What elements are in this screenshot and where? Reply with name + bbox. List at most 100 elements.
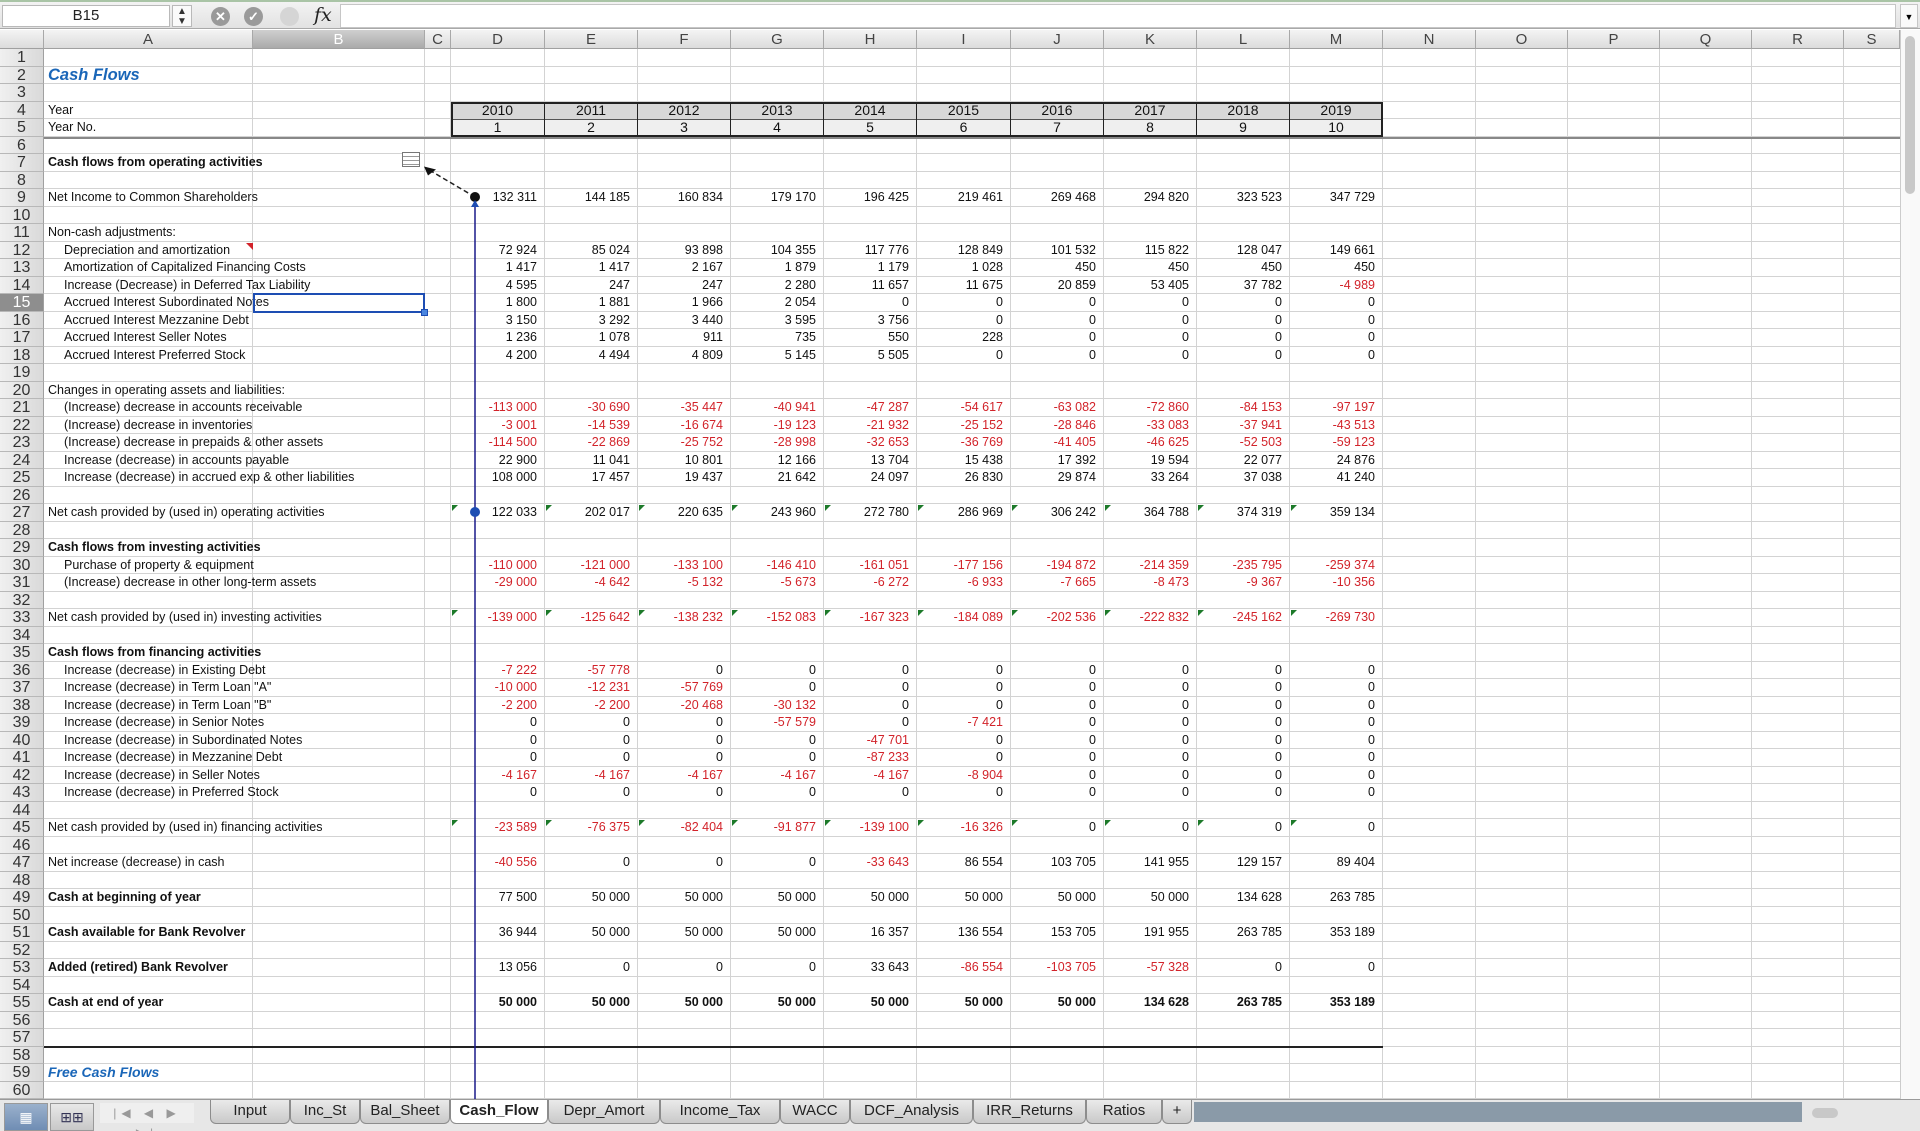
value-cell[interactable]: -30 690 bbox=[545, 399, 630, 416]
value-cell[interactable]: 13 056 bbox=[451, 959, 537, 976]
error-flag-icon[interactable] bbox=[1012, 820, 1018, 826]
value-cell[interactable]: 0 bbox=[824, 714, 909, 731]
value-cell[interactable]: -25 752 bbox=[638, 434, 723, 451]
value-cell[interactable]: -29 000 bbox=[451, 574, 537, 591]
value-cell[interactable]: 85 024 bbox=[545, 242, 630, 259]
row-header-23[interactable]: 23 bbox=[0, 434, 44, 452]
value-cell[interactable]: -33 083 bbox=[1104, 417, 1189, 434]
value-cell[interactable]: -5 132 bbox=[638, 574, 723, 591]
value-cell[interactable]: 0 bbox=[545, 959, 630, 976]
table-icon[interactable] bbox=[402, 152, 420, 167]
value-cell[interactable]: -84 153 bbox=[1197, 399, 1282, 416]
value-cell[interactable]: 5 145 bbox=[731, 347, 816, 364]
value-cell[interactable]: 3 150 bbox=[451, 312, 537, 329]
column-header-c[interactable]: C bbox=[425, 30, 451, 49]
value-cell[interactable]: 12 166 bbox=[731, 452, 816, 469]
value-cell[interactable]: -40 556 bbox=[451, 854, 537, 871]
value-cell[interactable]: 103 705 bbox=[1011, 854, 1096, 871]
value-cell[interactable]: -47 701 bbox=[824, 732, 909, 749]
value-cell[interactable]: 0 bbox=[731, 732, 816, 749]
value-cell[interactable]: -4 167 bbox=[731, 767, 816, 784]
value-cell[interactable]: 550 bbox=[824, 329, 909, 346]
value-cell[interactable]: 0 bbox=[1197, 312, 1282, 329]
value-cell[interactable]: 1 417 bbox=[451, 259, 537, 276]
value-cell[interactable]: -57 579 bbox=[731, 714, 816, 731]
value-cell[interactable]: 0 bbox=[731, 959, 816, 976]
value-cell[interactable]: -20 468 bbox=[638, 697, 723, 714]
value-cell[interactable]: 50 000 bbox=[1011, 889, 1096, 906]
value-cell[interactable]: 0 bbox=[1104, 662, 1189, 679]
value-cell[interactable]: 11 675 bbox=[917, 277, 1003, 294]
value-cell[interactable]: 5 505 bbox=[824, 347, 909, 364]
value-cell[interactable]: -35 447 bbox=[638, 399, 723, 416]
value-cell[interactable]: -4 167 bbox=[545, 767, 630, 784]
error-flag-icon[interactable] bbox=[1105, 820, 1111, 826]
value-cell[interactable]: -43 513 bbox=[1290, 417, 1375, 434]
row-header-11[interactable]: 11 bbox=[0, 224, 44, 242]
value-cell[interactable]: -76 375 bbox=[545, 819, 630, 836]
value-cell[interactable]: 153 705 bbox=[1011, 924, 1096, 941]
value-cell[interactable]: 19 437 bbox=[638, 469, 723, 486]
column-header-j[interactable]: J bbox=[1011, 30, 1104, 49]
fill-handle[interactable] bbox=[421, 308, 428, 316]
value-cell[interactable]: 0 bbox=[1197, 347, 1282, 364]
value-cell[interactable]: 0 bbox=[824, 294, 909, 311]
value-cell[interactable]: -4 167 bbox=[824, 767, 909, 784]
value-cell[interactable]: 0 bbox=[1011, 294, 1096, 311]
error-flag-icon[interactable] bbox=[1105, 505, 1111, 511]
value-cell[interactable]: 24 876 bbox=[1290, 452, 1375, 469]
value-cell[interactable]: 1 028 bbox=[917, 259, 1003, 276]
value-cell[interactable]: 0 bbox=[545, 784, 630, 801]
value-cell[interactable]: 50 000 bbox=[917, 994, 1003, 1011]
row-header-32[interactable]: 32 bbox=[0, 591, 44, 609]
error-flag-icon[interactable] bbox=[918, 505, 924, 511]
value-cell[interactable]: 0 bbox=[1104, 819, 1189, 836]
value-cell[interactable]: 306 242 bbox=[1011, 504, 1096, 521]
value-cell[interactable]: 0 bbox=[1197, 679, 1282, 696]
value-cell[interactable]: 0 bbox=[638, 662, 723, 679]
value-cell[interactable]: 3 756 bbox=[824, 312, 909, 329]
value-cell[interactable]: 0 bbox=[1290, 749, 1375, 766]
value-cell[interactable]: 735 bbox=[731, 329, 816, 346]
value-cell[interactable]: 0 bbox=[1290, 714, 1375, 731]
value-cell[interactable]: 50 000 bbox=[917, 889, 1003, 906]
value-cell[interactable]: -54 617 bbox=[917, 399, 1003, 416]
value-cell[interactable]: 141 955 bbox=[1104, 854, 1189, 871]
row-header-41[interactable]: 41 bbox=[0, 749, 44, 767]
value-cell[interactable]: 0 bbox=[1011, 679, 1096, 696]
column-header-l[interactable]: L bbox=[1197, 30, 1290, 49]
horizontal-scroll-track[interactable] bbox=[1194, 1102, 1802, 1122]
name-box-stepper[interactable]: ▲ ▼ bbox=[172, 5, 192, 27]
value-cell[interactable]: 179 170 bbox=[731, 189, 816, 206]
row-header-40[interactable]: 40 bbox=[0, 731, 44, 749]
value-cell[interactable]: -152 083 bbox=[731, 609, 816, 626]
value-cell[interactable]: -22 869 bbox=[545, 434, 630, 451]
column-header-s[interactable]: S bbox=[1844, 30, 1900, 49]
value-cell[interactable]: 0 bbox=[638, 854, 723, 871]
error-flag-icon[interactable] bbox=[639, 505, 645, 511]
value-cell[interactable]: 0 bbox=[1104, 697, 1189, 714]
value-cell[interactable]: -161 051 bbox=[824, 557, 909, 574]
error-flag-icon[interactable] bbox=[1198, 610, 1204, 616]
column-header-g[interactable]: G bbox=[731, 30, 824, 49]
value-cell[interactable]: -30 132 bbox=[731, 697, 816, 714]
value-cell[interactable]: -3 001 bbox=[451, 417, 537, 434]
value-cell[interactable]: 108 000 bbox=[451, 469, 537, 486]
value-cell[interactable]: -6 933 bbox=[917, 574, 1003, 591]
value-cell[interactable]: 0 bbox=[917, 697, 1003, 714]
value-cell[interactable]: -82 404 bbox=[638, 819, 723, 836]
row-header-54[interactable]: 54 bbox=[0, 976, 44, 994]
value-cell[interactable]: 243 960 bbox=[731, 504, 816, 521]
value-cell[interactable]: 0 bbox=[638, 959, 723, 976]
value-cell[interactable]: -16 674 bbox=[638, 417, 723, 434]
row-header-50[interactable]: 50 bbox=[0, 906, 44, 924]
value-cell[interactable]: 0 bbox=[731, 784, 816, 801]
value-cell[interactable]: 104 355 bbox=[731, 242, 816, 259]
value-cell[interactable]: -21 932 bbox=[824, 417, 909, 434]
value-cell[interactable]: 0 bbox=[1290, 347, 1375, 364]
value-cell[interactable]: 17 457 bbox=[545, 469, 630, 486]
value-cell[interactable]: 1 879 bbox=[731, 259, 816, 276]
value-cell[interactable]: 19 594 bbox=[1104, 452, 1189, 469]
sheet-tab-inc-st[interactable]: Inc_St bbox=[290, 1100, 360, 1124]
value-cell[interactable]: -245 162 bbox=[1197, 609, 1282, 626]
